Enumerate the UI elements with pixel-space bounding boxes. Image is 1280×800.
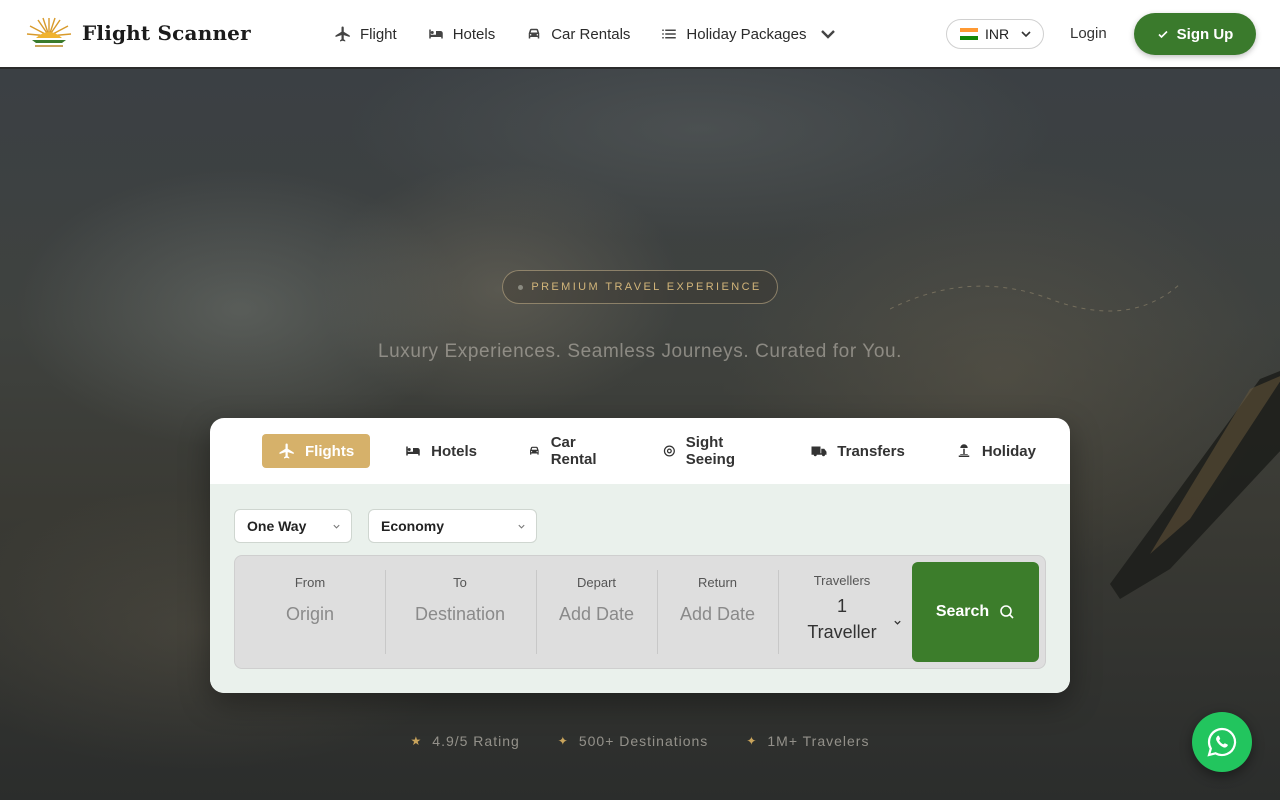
sparkle-icon: ✦ (557, 734, 569, 748)
chevron-down-icon (518, 524, 525, 529)
return-label: Return (697, 575, 738, 590)
currency-selector[interactable]: INR (946, 19, 1044, 49)
premium-badge: PREMIUM TRAVEL EXPERIENCE (502, 270, 778, 304)
truck-icon (811, 446, 827, 457)
depart-field[interactable]: Depart Add Date (536, 570, 657, 654)
hero-section: PREMIUM TRAVEL EXPERIENCE Luxury Experie… (0, 69, 1280, 800)
travellers-label: Travellers (813, 573, 871, 588)
nav-car-rentals[interactable]: Car Rentals (525, 25, 630, 43)
badge-dot (518, 284, 524, 290)
tab-car-rental-label: Car Rental (550, 434, 597, 468)
trust-stats: ★ 4.9/5 Rating ✦ 500+ Destinations ✦ 1M+… (0, 733, 1280, 749)
chevron-down-icon (1021, 31, 1031, 38)
trip-type-value: One Way (247, 518, 307, 534)
tab-holiday[interactable]: Holiday (939, 434, 1052, 468)
to-label: To (453, 575, 467, 590)
stat-rating-text: 4.9/5 Rating (432, 733, 520, 749)
whatsapp-icon (1207, 727, 1237, 757)
stat-destinations: ✦ 500+ Destinations (558, 733, 709, 749)
search-button[interactable]: Search (912, 562, 1039, 662)
tab-transfers[interactable]: Transfers (794, 434, 921, 468)
cabin-class-value: Economy (381, 518, 445, 534)
return-field[interactable]: Return Add Date (657, 570, 778, 654)
stat-travelers-text: 1M+ Travelers (767, 733, 870, 749)
stat-destinations-text: 500+ Destinations (578, 733, 709, 749)
currency-code: INR (985, 26, 1010, 42)
search-panel: One Way Economy From Origin To Destinati… (210, 484, 1070, 693)
travellers-unit: Traveller (807, 622, 877, 642)
logo[interactable]: Flight Scanner (26, 16, 251, 50)
site-header: Flight Scanner Flight Hotels Car Rentals… (0, 0, 1280, 69)
beach-icon (958, 444, 970, 457)
travellers-count: 1 (836, 596, 847, 616)
tab-hotels-label: Hotels (431, 442, 478, 460)
depart-label: Depart (576, 575, 617, 590)
bed-icon (406, 446, 420, 456)
travellers-field[interactable]: Travellers 1 Traveller (778, 570, 906, 654)
depart-input[interactable]: Add Date (536, 604, 657, 625)
login-link[interactable]: Login (1070, 25, 1107, 42)
flight-path-decoration (890, 283, 1181, 312)
from-input[interactable]: Origin (235, 604, 385, 625)
airplane-wing-image (1110, 371, 1280, 599)
signup-label: Sign Up (1176, 25, 1234, 43)
car-icon (530, 446, 539, 455)
trip-type-select[interactable]: One Way (234, 509, 352, 543)
main-nav: Flight Hotels Car Rentals Holiday Packag… (334, 0, 837, 68)
chevron-down-icon (820, 30, 835, 39)
whatsapp-button[interactable] (1192, 712, 1252, 772)
from-label: From (294, 575, 326, 590)
tab-flights-label: Flights (305, 442, 355, 460)
signup-button[interactable]: Sign Up (1134, 13, 1256, 55)
bed-icon (428, 29, 443, 39)
nav-holiday-packages[interactable]: Holiday Packages (660, 25, 836, 43)
compass-icon (663, 445, 675, 457)
nav-hotels-label: Hotels (452, 25, 496, 43)
from-field[interactable]: From Origin (235, 570, 385, 654)
sun-logo-icon (26, 17, 72, 47)
badge-text: PREMIUM TRAVEL EXPERIENCE (531, 281, 762, 293)
search-card: Flights Hotels Car Rental Sight Seeing T… (210, 418, 1070, 693)
chevron-down-icon (894, 620, 901, 625)
nav-flight[interactable]: Flight (334, 25, 397, 43)
to-field[interactable]: To Destination (385, 570, 535, 654)
nav-car-rentals-label: Car Rentals (551, 25, 631, 43)
tab-sight-seeing-label: Sight Seeing (685, 434, 735, 468)
plane-icon (279, 443, 294, 459)
tab-flights[interactable]: Flights (262, 434, 371, 468)
check-icon (1158, 30, 1168, 39)
search-fields: From Origin To Destination Depart Add Da… (234, 555, 1046, 669)
tab-holiday-label: Holiday (981, 442, 1036, 460)
brand-name: Flight Scanner (82, 21, 251, 45)
search-icon (1000, 605, 1014, 619)
tab-transfers-label: Transfers (837, 442, 905, 460)
search-button-label: Search (935, 603, 990, 620)
sparkle-icon: ✦ (746, 734, 758, 748)
nav-holiday-packages-label: Holiday Packages (686, 25, 807, 43)
chevron-down-icon (333, 524, 340, 529)
hero-tagline: Luxury Experiences. Seamless Journeys. C… (377, 341, 903, 362)
stat-travelers: ✦ 1M+ Travelers (746, 733, 869, 749)
tab-sight-seeing[interactable]: Sight Seeing (646, 434, 776, 468)
cabin-class-select[interactable]: Economy (368, 509, 537, 543)
nav-flight-label: Flight (360, 25, 397, 43)
stat-rating: ★ 4.9/5 Rating (411, 733, 520, 749)
return-input[interactable]: Add Date (657, 604, 778, 625)
tab-car-rental[interactable]: Car Rental (511, 434, 628, 468)
nav-hotels[interactable]: Hotels (427, 25, 496, 43)
tab-hotels[interactable]: Hotels (388, 434, 493, 468)
plane-icon (335, 26, 350, 42)
india-flag-icon (960, 28, 978, 40)
to-input[interactable]: Destination (385, 604, 535, 625)
car-icon (528, 28, 540, 39)
search-tabs: Flights Hotels Car Rental Sight Seeing T… (210, 418, 1070, 484)
star-icon: ★ (410, 734, 423, 748)
list-icon (662, 29, 677, 39)
